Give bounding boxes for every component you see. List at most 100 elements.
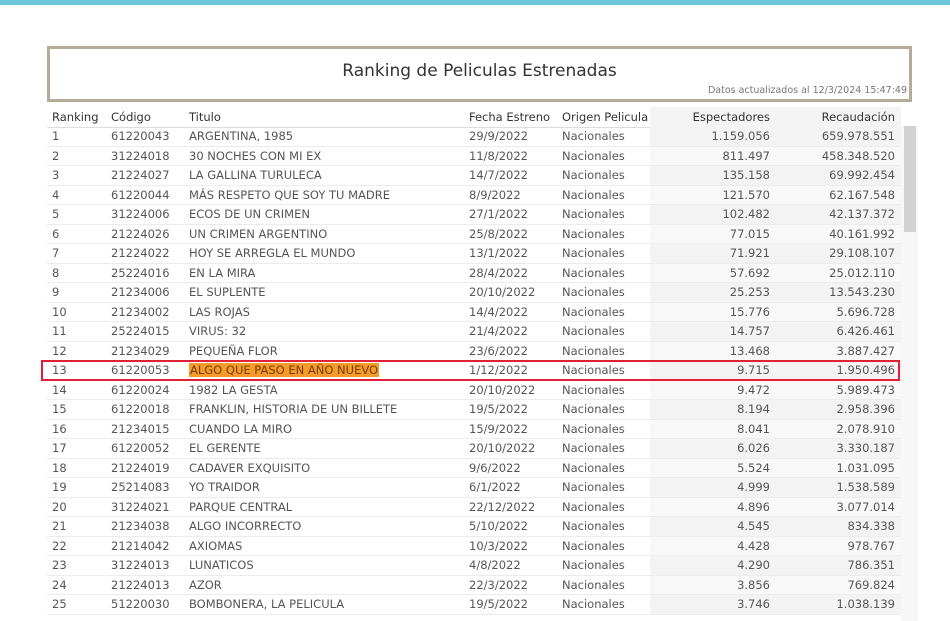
- table-row[interactable]: 5 31224006 ECOS DE UN CRIMEN 27/1/2022 Nacio…: [47, 205, 901, 225]
- cell-recaudacion: 5.989.473: [836, 382, 895, 397]
- cell-fecha-estreno: 6/1/2022: [469, 480, 521, 494]
- cell-recaudacion: 1.038.139: [836, 597, 895, 611]
- cell-fecha-estreno: 20/10/2022: [469, 441, 536, 455]
- cell-codigo: 61220024: [111, 382, 170, 397]
- header-recaudacion[interactable]: Recaudación: [777, 107, 895, 127]
- scrollbar-thumb[interactable]: [904, 126, 916, 232]
- cell-espectadores: 6.026: [737, 441, 770, 455]
- cell-fecha-estreno: 8/9/2022: [469, 187, 521, 202]
- cell-titulo: HOY SE ARREGLA EL MUNDO: [189, 246, 356, 260]
- table-row[interactable]: 12 21234029 PEQUEÑA FLOR 23/6/2022 Nacionale…: [47, 341, 901, 361]
- cell-recaudacion: 29.108.107: [829, 246, 895, 260]
- cell-fecha-estreno: 4/8/2022: [469, 558, 521, 572]
- table-row[interactable]: 6 21224026 UN CRIMEN ARGENTINO 25/8/2022 Nac…: [47, 224, 901, 244]
- cell-ranking: 7: [52, 246, 60, 260]
- cell-recaudacion: 40.161.992: [829, 226, 895, 241]
- cell-codigo: 31224021: [111, 499, 170, 514]
- table-row[interactable]: 18 21224019 CADAVER EXQUISITO 9/6/2022 Nacio…: [47, 458, 901, 478]
- cell-ranking: 5: [52, 207, 60, 221]
- table-row[interactable]: 17 61220052 EL GERENTE 20/10/2022 Nacionales…: [47, 439, 901, 459]
- cell-fecha-estreno: 23/6/2022: [469, 343, 528, 358]
- table-row[interactable]: 23 31224013 LUNATICOS 4/8/2022 Nacionales 4.2…: [47, 556, 901, 576]
- cell-espectadores: 4.896: [737, 499, 770, 514]
- cell-codigo: 51220030: [111, 597, 170, 611]
- cell-ranking: 18: [52, 460, 67, 475]
- cell-fecha-estreno: 10/3/2022: [469, 538, 528, 553]
- cell-ranking: 14: [52, 382, 67, 397]
- cell-espectadores: 3.746: [737, 597, 770, 611]
- cell-titulo: 30 NOCHES CON MI EX: [189, 148, 322, 163]
- cell-recaudacion: 13.543.230: [829, 285, 895, 299]
- cell-titulo: FRANKLIN, HISTORIA DE UN BILLETE: [189, 402, 398, 416]
- table-row[interactable]: 7 21224022 HOY SE ARREGLA EL MUNDO 13/1/202…: [47, 244, 901, 264]
- header-espectadores[interactable]: Espectadores: [647, 107, 770, 127]
- table-row[interactable]: 8 25224016 EN LA MIRA 28/4/2022 Nacionales 57…: [47, 263, 901, 283]
- cell-titulo: ECOS DE UN CRIMEN: [189, 207, 310, 221]
- table-row[interactable]: 4 61220044 MÁS RESPETO QUE SOY TU MADRE 8/9…: [47, 185, 901, 205]
- cell-titulo: CUANDO LA MIRO: [189, 421, 293, 436]
- cell-fecha-estreno: 15/9/2022: [469, 421, 528, 436]
- cell-fecha-estreno: 11/8/2022: [469, 148, 528, 163]
- cell-titulo: AZOR: [189, 577, 222, 592]
- table-row[interactable]: 11 25224015 VIRUS: 32 21/4/2022 Nacionales 14…: [47, 322, 901, 342]
- cell-espectadores: 57.692: [729, 265, 770, 280]
- table-row[interactable]: 1 61220043 ARGENTINA, 1985 29/9/2022 Naciona…: [47, 127, 901, 147]
- cell-fecha-estreno: 25/8/2022: [469, 226, 528, 241]
- header-ranking[interactable]: Ranking: [52, 107, 99, 127]
- table-row[interactable]: 19 25214083 YO TRAIDOR 6/1/2022 Nacionales 4.…: [47, 478, 901, 498]
- cell-fecha-estreno: 14/4/2022: [469, 304, 528, 319]
- cell-ranking: 23: [52, 558, 67, 572]
- header-titulo[interactable]: Titulo: [189, 107, 221, 127]
- cell-espectadores: 4.999: [737, 480, 770, 494]
- header-origen-pelicula[interactable]: Origen Pelicula: [562, 107, 648, 127]
- table-row[interactable]: 14 61220024 1982 LA GESTA 20/10/2022 Naciona…: [47, 380, 901, 400]
- cell-titulo: ALGO INCORRECTO: [189, 519, 302, 533]
- cell-origen: Nacionales: [562, 265, 625, 280]
- cell-ranking: 17: [52, 441, 67, 455]
- cell-fecha-estreno: 5/10/2022: [469, 519, 528, 533]
- cell-fecha-estreno: 13/1/2022: [469, 246, 528, 260]
- top-accent-rule: [0, 0, 950, 5]
- cell-origen: Nacionales: [562, 168, 625, 182]
- cell-codigo: 31224013: [111, 558, 170, 572]
- cell-titulo: LUNATICOS: [189, 558, 254, 572]
- table-row[interactable]: 21 21234038 ALGO INCORRECTO 5/10/2022 Nacion…: [47, 517, 901, 537]
- table-row[interactable]: 2 31224018 30 NOCHES CON MI EX 11/8/2022 Nac…: [47, 146, 901, 166]
- cell-titulo: BOMBONERA, LA PELICULA: [189, 597, 345, 611]
- table-row[interactable]: 22 21214042 AXIOMAS 10/3/2022 Nacionales 4.42…: [47, 536, 901, 556]
- cell-recaudacion: 978.767: [847, 538, 895, 553]
- table-row[interactable]: 24 21224013 AZOR 22/3/2022 Nacionales 3.856 76…: [47, 575, 901, 595]
- report-title-box: Ranking de Peliculas Estrenadas Datos ac…: [47, 46, 912, 102]
- cell-titulo: MÁS RESPETO QUE SOY TU MADRE: [189, 187, 391, 202]
- cell-titulo: EN LA MIRA: [189, 265, 256, 280]
- table-row[interactable]: 10 21234002 LAS ROJAS 14/4/2022 Nacionales 15…: [47, 302, 901, 322]
- header-codigo[interactable]: Código: [111, 107, 151, 127]
- table-row[interactable]: 15 61220018 FRANKLIN, HISTORIA DE UN BILLE…: [47, 400, 901, 420]
- cell-origen: Nacionales: [562, 421, 625, 436]
- cell-codigo: 61220018: [111, 402, 170, 416]
- cell-ranking: 15: [52, 402, 67, 416]
- cell-titulo: VIRUS: 32: [189, 324, 247, 338]
- cell-espectadores: 15.776: [729, 304, 770, 319]
- cell-recaudacion: 6.426.461: [836, 324, 895, 338]
- cell-ranking: 19: [52, 480, 67, 494]
- table-row[interactable]: 20 31224021 PARQUE CENTRAL 22/12/2022 Nacion…: [47, 497, 901, 517]
- cell-ranking: 6: [52, 226, 60, 241]
- cell-ranking: 21: [52, 519, 67, 533]
- table-row[interactable]: 25 51220030 BOMBONERA, LA PELICULA 19/5/202…: [47, 595, 901, 615]
- cell-origen: Nacionales: [562, 343, 625, 358]
- cell-recaudacion: 659.978.551: [821, 129, 895, 143]
- cell-origen: Nacionales: [562, 577, 625, 592]
- cell-codigo: 25214083: [111, 480, 170, 494]
- cell-recaudacion: 3.887.427: [836, 343, 895, 358]
- cell-recaudacion: 834.338: [847, 519, 895, 533]
- header-fecha-estreno[interactable]: Fecha Estreno: [469, 107, 550, 127]
- cell-codigo: 21224026: [111, 226, 170, 241]
- cell-origen: Nacionales: [562, 519, 625, 533]
- cell-origen: Nacionales: [562, 441, 625, 455]
- cell-espectadores: 102.482: [722, 207, 770, 221]
- table-row[interactable]: 9 21234006 EL SUPLENTE 20/10/2022 Nacionales…: [47, 283, 901, 303]
- table-row[interactable]: 3 21224027 LA GALLINA TURULECA 14/7/2022 Nac…: [47, 166, 901, 186]
- table-row[interactable]: 16 21234015 CUANDO LA MIRO 15/9/2022 Naciona…: [47, 419, 901, 439]
- cell-origen: Nacionales: [562, 402, 625, 416]
